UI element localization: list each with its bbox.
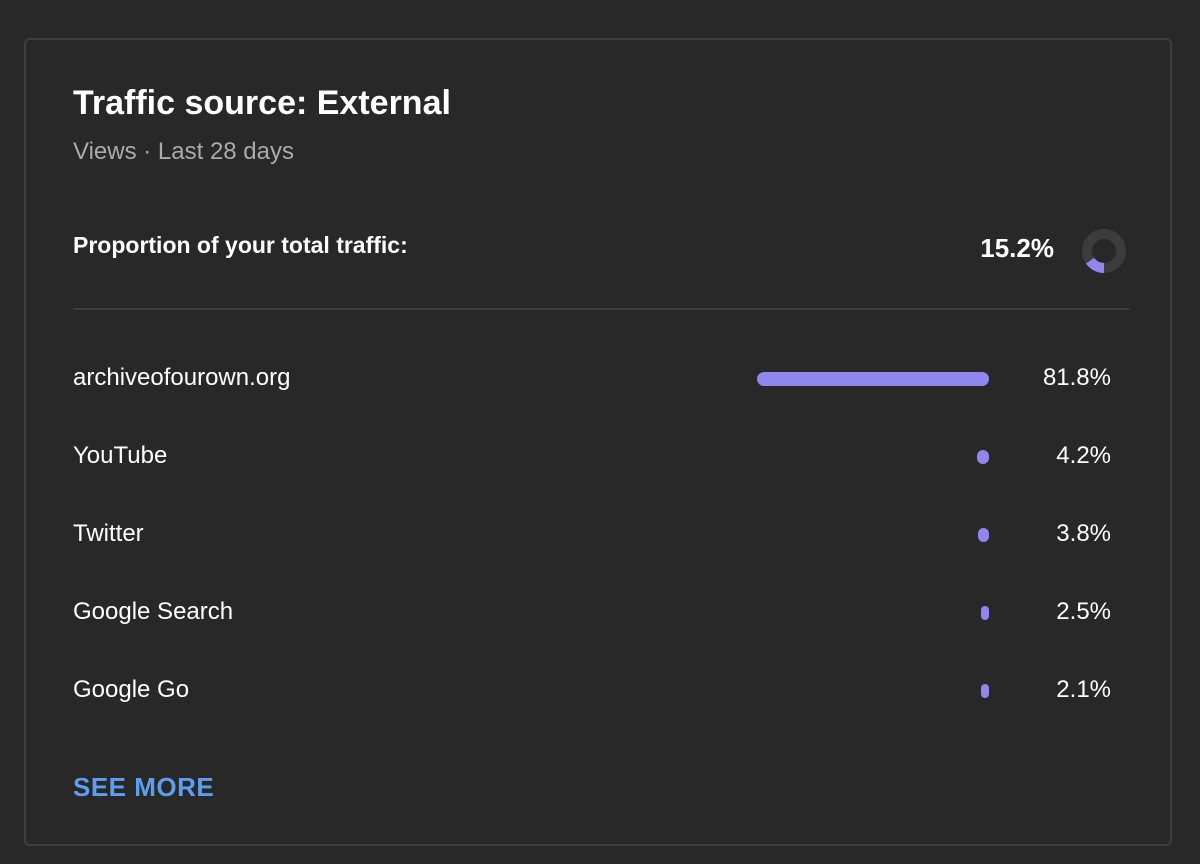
list-item: YouTube 4.2% (73, 418, 1129, 496)
source-percent: 2.5% (1056, 598, 1111, 625)
source-percent: 81.8% (1042, 364, 1111, 391)
proportion-donut-chart (1082, 229, 1126, 273)
source-percent: 3.8% (1056, 520, 1111, 547)
source-bar (981, 684, 989, 698)
source-bar (981, 606, 989, 620)
source-bar (978, 528, 989, 542)
card-subtitle: Views · Last 28 days (73, 138, 295, 165)
traffic-source-card: Traffic source: External Views · Last 28… (24, 38, 1172, 846)
source-bar (977, 450, 989, 464)
source-label: Twitter (73, 520, 144, 547)
card-title: Traffic source: External (73, 84, 451, 122)
proportion-label: Proportion of your total traffic: (73, 232, 408, 258)
source-label: Google Search (73, 598, 234, 625)
list-item: Google Search 2.5% (73, 574, 1129, 652)
source-label: Google Go (73, 676, 190, 703)
source-percent: 4.2% (1056, 442, 1111, 469)
source-label: YouTube (73, 442, 168, 469)
source-bar (757, 372, 989, 386)
source-label: archiveofourown.org (73, 364, 291, 391)
source-list: archiveofourown.org 81.8% YouTube 4.2% T… (73, 340, 1129, 730)
see-more-button[interactable]: SEE MORE (73, 772, 214, 803)
list-item: Twitter 3.8% (73, 496, 1129, 574)
source-percent: 2.1% (1056, 676, 1111, 703)
proportion-value: 15.2% (980, 233, 1054, 263)
list-item: Google Go 2.1% (73, 652, 1129, 730)
divider (73, 308, 1129, 310)
list-item: archiveofourown.org 81.8% (73, 340, 1129, 418)
